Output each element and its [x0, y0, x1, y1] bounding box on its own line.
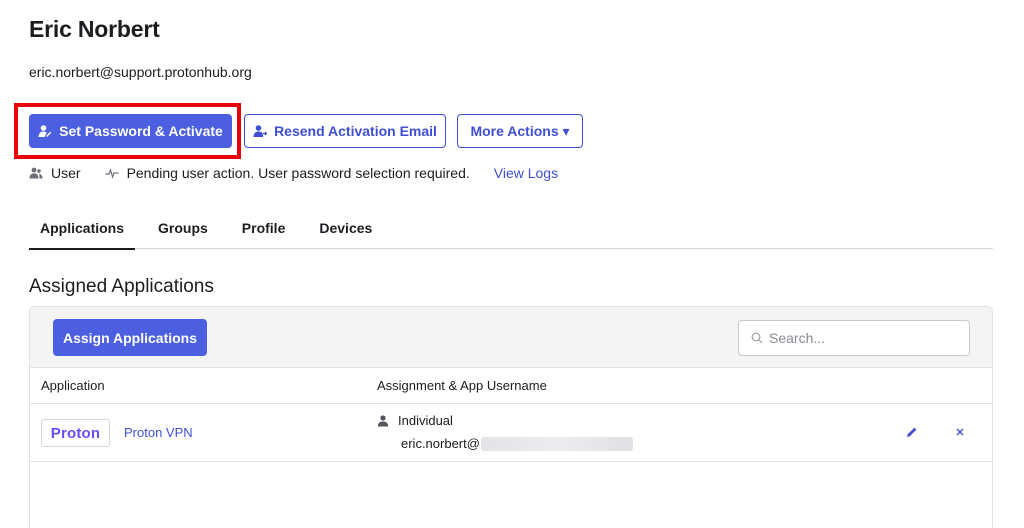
app-username: eric.norbert@ — [401, 436, 633, 451]
applications-table: Assign Applications Application Assignme… — [29, 306, 993, 528]
resend-activation-button[interactable]: Resend Activation Email — [244, 114, 446, 148]
search-icon — [751, 332, 763, 344]
app-username-text: eric.norbert@ — [401, 436, 480, 451]
assign-applications-button[interactable]: Assign Applications — [53, 319, 207, 356]
column-header-application: Application — [41, 378, 105, 393]
table-toolbar: Assign Applications — [30, 307, 992, 368]
section-title: Assigned Applications — [29, 276, 214, 297]
more-actions-label: More Actions ▾ — [470, 122, 570, 139]
redacted-domain — [480, 436, 633, 451]
user-status-row: User Pending user action. User password … — [29, 165, 558, 181]
tab-devices[interactable]: Devices — [308, 219, 383, 249]
user-role: User — [51, 165, 81, 181]
pending-status-icon — [105, 168, 119, 179]
app-name-link[interactable]: Proton VPN — [124, 425, 193, 440]
column-header-assignment: Assignment & App Username — [377, 378, 547, 393]
profile-tabs: Applications Groups Profile Devices — [29, 219, 993, 250]
close-icon — [956, 428, 964, 436]
assignment-type-label: Individual — [398, 413, 453, 428]
person-icon — [377, 414, 389, 426]
table-row: Proton Proton VPN Individual eric.norber… — [30, 404, 992, 462]
tab-groups[interactable]: Groups — [147, 219, 219, 249]
search-input[interactable] — [769, 330, 949, 346]
more-actions-dropdown[interactable]: More Actions ▾ — [457, 114, 583, 148]
table-header: Application Assignment & App Username — [30, 368, 992, 404]
pencil-icon — [907, 427, 917, 437]
user-name: Eric Norbert — [29, 16, 160, 42]
set-password-label: Set Password & Activate — [59, 123, 223, 139]
status-message: Pending user action. User password selec… — [126, 165, 470, 181]
set-password-activate-button[interactable]: Set Password & Activate — [29, 114, 232, 148]
user-key-icon — [38, 125, 52, 137]
tab-applications[interactable]: Applications — [29, 219, 136, 250]
search-field[interactable] — [738, 320, 970, 356]
tab-profile[interactable]: Profile — [231, 219, 297, 249]
remove-assignment-button[interactable] — [952, 424, 968, 440]
assignment-type: Individual — [377, 413, 453, 428]
user-send-icon — [253, 125, 268, 137]
resend-activation-label: Resend Activation Email — [274, 123, 437, 139]
user-email: eric.norbert@support.protonhub.org — [29, 64, 252, 80]
proton-logo: Proton — [41, 419, 110, 447]
view-logs-link[interactable]: View Logs — [494, 165, 558, 181]
edit-assignment-button[interactable] — [904, 424, 920, 440]
user-role-icon — [29, 167, 43, 179]
